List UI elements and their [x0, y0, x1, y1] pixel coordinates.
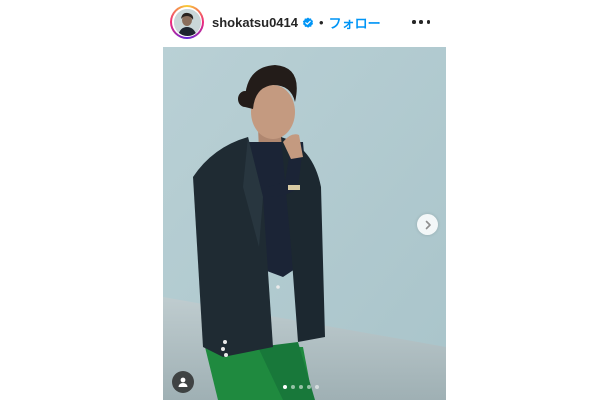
- username[interactable]: shokatsu0414: [212, 15, 298, 30]
- more-options-icon[interactable]: [412, 14, 430, 30]
- chevron-right-icon[interactable]: [417, 214, 438, 235]
- carousel-dot-active: [283, 385, 287, 389]
- carousel-indicator: [283, 385, 319, 389]
- carousel-dot: [299, 385, 303, 389]
- separator-dot: •: [319, 14, 324, 30]
- follow-button[interactable]: フォロー: [329, 13, 381, 32]
- carousel-dot: [307, 385, 311, 389]
- verified-badge-icon: [302, 16, 314, 28]
- carousel-dot: [315, 385, 319, 389]
- carousel-dot: [291, 385, 295, 389]
- user-tag-icon[interactable]: [172, 371, 194, 393]
- post-photo[interactable]: [163, 47, 446, 400]
- story-ring[interactable]: [170, 5, 204, 39]
- avatar[interactable]: [173, 8, 201, 36]
- post-header: shokatsu0414 • フォロー: [163, 0, 446, 44]
